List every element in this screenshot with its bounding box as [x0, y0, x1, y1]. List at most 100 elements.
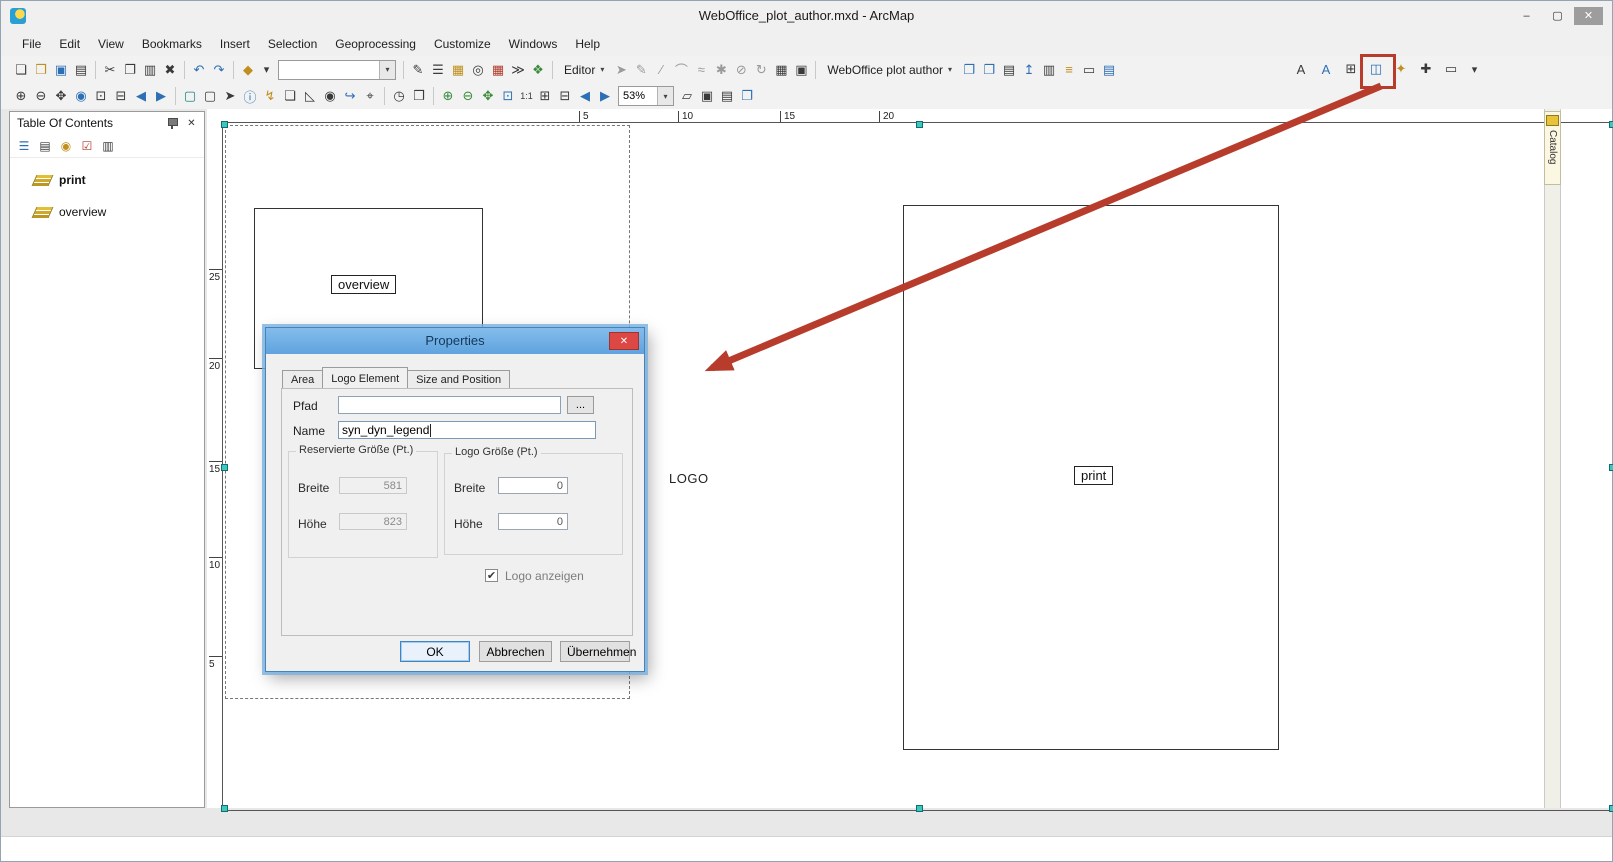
catalog-window-icon[interactable]: ▦: [448, 60, 468, 80]
weboffice-copy-page-icon[interactable]: ❐: [979, 60, 999, 80]
add-data-icon[interactable]: ◆: [238, 60, 258, 80]
annotation-grid-icon[interactable]: ⊞: [1341, 59, 1361, 79]
dialog-title-bar[interactable]: Properties: [266, 328, 644, 354]
logo-hoehe-input[interactable]: [498, 513, 568, 530]
editor-split-tool-icon[interactable]: ⊘: [731, 60, 751, 80]
cancel-button[interactable]: Abbrechen: [479, 641, 552, 662]
editor-dropdown[interactable]: Editor ▾: [557, 61, 611, 79]
toc-options-icon[interactable]: ▥: [99, 137, 117, 155]
menu-geoprocessing[interactable]: Geoprocessing: [326, 34, 425, 54]
menu-customize[interactable]: Customize: [425, 34, 500, 54]
viewer-window-icon[interactable]: ❒: [409, 86, 429, 106]
editor-rotate-tool-icon[interactable]: ↻: [751, 60, 771, 80]
toc-close-icon[interactable]: ✕: [184, 116, 199, 131]
print-frame-label[interactable]: print: [1074, 466, 1114, 485]
change-layout-icon[interactable]: ▤: [717, 86, 737, 106]
pfad-input[interactable]: [338, 396, 561, 414]
redo-icon[interactable]: ↷: [209, 60, 229, 80]
selection-handle[interactable]: [915, 805, 923, 812]
table-of-contents-toggle-icon[interactable]: ☰: [428, 60, 448, 80]
weboffice-layers-icon[interactable]: ≡: [1059, 60, 1079, 80]
editor-edit-tool-icon[interactable]: ➤: [611, 60, 631, 80]
combo-dropdown-icon[interactable]: ▾: [657, 87, 673, 105]
selection-handle[interactable]: [915, 121, 923, 128]
select-features-icon[interactable]: ▢: [180, 86, 200, 106]
maximize-button[interactable]: ▢: [1543, 7, 1572, 25]
add-data-caret-icon[interactable]: ▾: [258, 60, 275, 80]
layout-zoom-out-icon[interactable]: ⊖: [458, 86, 478, 106]
list-by-selection-icon[interactable]: ☑: [78, 137, 96, 155]
find-icon[interactable]: ◉: [320, 86, 340, 106]
title-bar[interactable]: WebOffice_plot_author.mxd - ArcMap – ▢ ✕: [1, 1, 1612, 31]
back-extent-icon[interactable]: ◀: [131, 86, 151, 106]
editor-arc-tool-icon[interactable]: ⌒: [671, 60, 691, 80]
layout-zoom-in-icon[interactable]: ⊕: [438, 86, 458, 106]
data-frame-overview[interactable]: overview: [10, 200, 204, 224]
menu-selection[interactable]: Selection: [259, 34, 326, 54]
weboffice-print-icon[interactable]: ▤: [999, 60, 1019, 80]
open-icon[interactable]: ❒: [31, 60, 51, 80]
editor-line-tool-icon[interactable]: ∕: [651, 60, 671, 80]
python-window-icon[interactable]: ≫: [508, 60, 528, 80]
selection-handle[interactable]: [221, 463, 228, 471]
weboffice-legend-icon[interactable]: ▤: [1099, 60, 1119, 80]
paste-icon[interactable]: ▥: [140, 60, 160, 80]
editor-trace-tool-icon[interactable]: ≈: [691, 60, 711, 80]
list-by-drawing-order-icon[interactable]: ☰: [15, 137, 33, 155]
logo-placeholder-label[interactable]: LOGO: [669, 471, 709, 486]
layout-fixed-zoom-in-icon[interactable]: ⊞: [535, 86, 555, 106]
map-scale-input[interactable]: [279, 60, 379, 79]
selection-handle[interactable]: [1609, 463, 1613, 471]
select-elements-icon[interactable]: ➤: [220, 86, 240, 106]
label-manager-icon[interactable]: A: [1316, 59, 1336, 79]
data-driven-pages-icon[interactable]: ❐: [737, 86, 757, 106]
combo-dropdown-icon[interactable]: ▾: [379, 60, 395, 79]
find-route-icon[interactable]: ↪: [340, 86, 360, 106]
zoom-whole-page-icon[interactable]: ⊡: [498, 86, 518, 106]
tab-area[interactable]: Area: [282, 370, 324, 388]
hyperlink-icon[interactable]: ↯: [260, 86, 280, 106]
weboffice-page-icon[interactable]: ❐: [959, 60, 979, 80]
list-by-visibility-icon[interactable]: ◉: [57, 137, 75, 155]
menu-help[interactable]: Help: [566, 34, 609, 54]
browse-button[interactable]: ...: [567, 396, 594, 414]
toolbar-options-icon[interactable]: ▾: [1466, 59, 1483, 79]
layout-back-icon[interactable]: ◀: [575, 86, 595, 106]
fixed-zoom-in-icon[interactable]: ⊡: [91, 86, 111, 106]
apply-button[interactable]: Übernehmen: [560, 641, 636, 662]
weboffice-frame-icon[interactable]: ▭: [1079, 60, 1099, 80]
menu-bookmarks[interactable]: Bookmarks: [133, 34, 211, 54]
close-button[interactable]: ✕: [1574, 7, 1603, 25]
ok-button[interactable]: OK: [400, 641, 470, 662]
layout-fixed-zoom-out-icon[interactable]: ⊟: [555, 86, 575, 106]
map-scale-combo[interactable]: ▾: [278, 59, 396, 80]
new-map-icon[interactable]: ❏: [11, 60, 31, 80]
selection-handle[interactable]: [221, 121, 228, 128]
dialog-close-button[interactable]: ✕: [609, 332, 639, 350]
layout-forward-icon[interactable]: ▶: [595, 86, 615, 106]
catalog-tab[interactable]: Catalog: [1544, 111, 1561, 185]
delete-icon[interactable]: ✖: [160, 60, 180, 80]
menu-view[interactable]: View: [89, 34, 133, 54]
logo-anzeigen-checkbox[interactable]: ✔: [485, 569, 498, 582]
zoom-100-icon[interactable]: 1:1: [518, 86, 535, 106]
editor-toolbar-toggle-icon[interactable]: ✎: [408, 60, 428, 80]
menu-edit[interactable]: Edit: [50, 34, 89, 54]
undo-icon[interactable]: ↶: [189, 60, 209, 80]
forward-extent-icon[interactable]: ▶: [151, 86, 171, 106]
search-window-icon[interactable]: ◎: [468, 60, 488, 80]
html-popup-icon[interactable]: ❏: [280, 86, 300, 106]
print-icon[interactable]: ▤: [71, 60, 91, 80]
zoom-in-icon[interactable]: ⊕: [11, 86, 31, 106]
full-extent-icon[interactable]: ◉: [71, 86, 91, 106]
layout-zoom-input[interactable]: [619, 87, 657, 105]
menu-windows[interactable]: Windows: [500, 34, 567, 54]
tab-logo-element[interactable]: Logo Element: [322, 367, 409, 388]
go-to-xy-icon[interactable]: ⌖: [360, 86, 380, 106]
copy-icon[interactable]: ❐: [120, 60, 140, 80]
modelbuilder-icon[interactable]: ❖: [528, 60, 548, 80]
list-by-source-icon[interactable]: ▤: [36, 137, 54, 155]
tab-size-and-position[interactable]: Size and Position: [407, 370, 511, 388]
weboffice-export-icon[interactable]: ↥: [1019, 60, 1039, 80]
name-input[interactable]: syn_dyn_legend: [338, 421, 596, 439]
